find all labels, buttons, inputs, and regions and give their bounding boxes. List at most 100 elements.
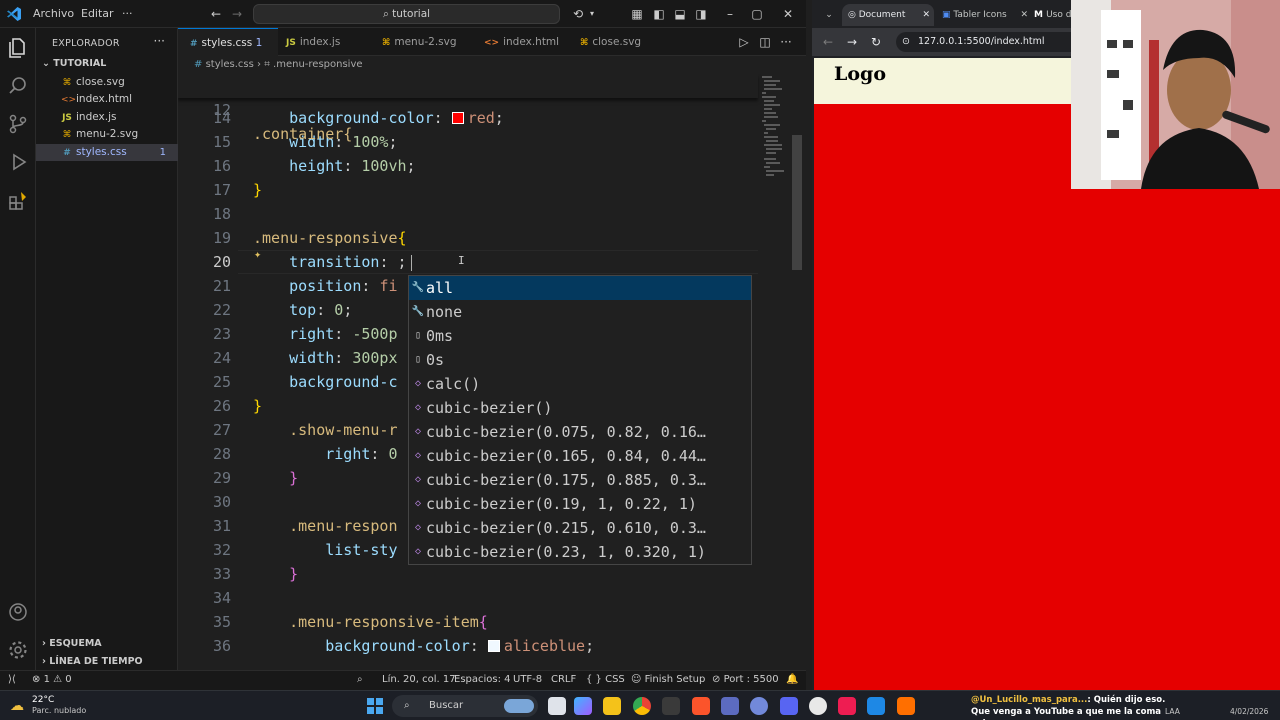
suggestion-item[interactable]: ▯ 0s (409, 348, 751, 372)
code-line[interactable]: 35 .menu-responsive-item{ (178, 610, 758, 634)
layout-icon[interactable]: ▦ (629, 6, 645, 22)
tab-menu-2-svg[interactable]: ⌘ menu-2.svg (382, 28, 478, 56)
chrome-icon[interactable] (633, 697, 651, 715)
color-swatch-icon[interactable] (451, 112, 464, 124)
file-explorer-icon[interactable] (603, 697, 621, 715)
brave-icon[interactable] (692, 697, 710, 715)
back-arrow-icon[interactable]: ← (208, 6, 224, 22)
vscode-taskbar-icon[interactable] (867, 697, 885, 715)
code-line[interactable]: 20 transition: ; (178, 250, 758, 274)
toggle-secondary-sidebar-icon[interactable]: ◨ (693, 6, 709, 22)
code-line[interactable]: 36 background-color: aliceblue; (178, 634, 758, 658)
menu-editar[interactable]: Editar (81, 7, 114, 20)
search-view-icon[interactable] (6, 74, 30, 98)
folder-tutorial[interactable]: ⌄ TUTORIAL (42, 58, 106, 69)
breadcrumb-file[interactable]: styles.css (206, 59, 254, 70)
suggestion-item[interactable]: ◇ cubic-bezier(0.165, 0.84, 0.44… (409, 444, 751, 468)
menu-archivo[interactable]: Archivo (33, 7, 74, 20)
zoom-icon[interactable]: ⌕ (357, 674, 363, 685)
language-mode[interactable]: { } CSS (586, 674, 625, 685)
manage-gear-icon[interactable] (6, 638, 30, 662)
encoding[interactable]: UTF-8 (513, 674, 542, 685)
code-line[interactable]: 19 .menu-responsive{ (178, 226, 758, 250)
source-control-icon[interactable] (6, 112, 30, 136)
close-window-icon[interactable]: ✕ (780, 6, 796, 22)
suggestion-item[interactable]: ◇ cubic-bezier(0.075, 0.82, 0.16… (409, 420, 751, 444)
tensorflow-icon[interactable] (897, 697, 915, 715)
remote-icon[interactable]: ⟩⟨ (8, 674, 16, 685)
problems-indicator[interactable]: ⊗ 1 ⚠ 0 (32, 674, 72, 685)
file-styles-css[interactable]: # styles.css 1 (36, 144, 178, 161)
breadcrumb-symbol[interactable]: .menu-responsive (273, 59, 362, 70)
app-icon[interactable] (662, 697, 680, 715)
minimize-icon[interactable]: – (722, 6, 738, 22)
cursor-position[interactable]: Lín. 20, col. 17 (382, 674, 456, 685)
suggestion-item[interactable]: ◇ cubic-bezier(0.23, 1, 0.320, 1) (409, 540, 751, 564)
file-index-html[interactable]: <>index.html (36, 91, 178, 108)
tab-index-js[interactable]: JS index.js (286, 28, 376, 56)
live-server-port[interactable]: ⊘ Port : 5500 (712, 674, 779, 685)
outline-section[interactable]: › ESQUEMA (42, 638, 102, 649)
suggestion-item[interactable]: ◇ cubic-bezier() (409, 396, 751, 420)
tab-close-svg[interactable]: ⌘ close.svg (580, 28, 670, 56)
page-logo[interactable]: Logo (834, 63, 886, 85)
code-line[interactable]: 16 height: 100vh; (178, 154, 758, 178)
language-indicator[interactable]: LAA (1165, 707, 1180, 716)
maximize-icon[interactable]: ▢ (749, 6, 765, 22)
windows-start-icon[interactable] (367, 698, 383, 714)
split-editor-icon[interactable]: ◫ (757, 34, 773, 50)
discord-icon[interactable] (750, 697, 768, 715)
editor-more-icon[interactable]: ··· (778, 34, 794, 50)
reload-icon[interactable]: ↻ (868, 34, 884, 50)
accounts-icon[interactable] (6, 600, 30, 624)
suggestion-item[interactable]: 🔧 none (409, 300, 751, 324)
color-swatch-icon[interactable] (487, 640, 500, 652)
browser-tab-uso[interactable]: M Uso d (1034, 4, 1074, 26)
taskbar-search[interactable]: ⌕ Buscar (392, 695, 538, 717)
forward-arrow-icon[interactable]: → (229, 6, 245, 22)
copilot-app-icon[interactable] (574, 697, 592, 715)
toggle-sidebar-icon[interactable]: ◧ (651, 6, 667, 22)
suggestion-item[interactable]: ◇ cubic-bezier(0.175, 0.885, 0.3… (409, 468, 751, 492)
browser-tab-document[interactable]: ◎ Document ✕ (842, 4, 934, 26)
app-icon[interactable] (780, 697, 798, 715)
close-tab-icon[interactable]: ✕ (1020, 4, 1028, 26)
extensions-icon[interactable] (6, 188, 30, 212)
copilot-dropdown-icon[interactable]: ▾ (584, 6, 600, 22)
back-icon[interactable]: ← (820, 34, 836, 50)
sparkle-icon[interactable]: ✦ (254, 247, 261, 261)
browser-tab-tabler-icons[interactable]: ▣ Tabler Icons ✕ (940, 4, 1032, 26)
taskbar-date[interactable]: 4/02/2026 (1230, 707, 1268, 716)
tiktok-icon[interactable] (838, 697, 856, 715)
suggestion-item[interactable]: ◇ cubic-bezier(0.215, 0.610, 0.3… (409, 516, 751, 540)
code-line[interactable]: 18 (178, 202, 758, 226)
notifications-bell-icon[interactable]: 🔔 (786, 674, 798, 685)
run-debug-icon[interactable] (6, 150, 30, 174)
suggestion-item[interactable]: ◇ calc() (409, 372, 751, 396)
file-close-svg[interactable]: ⌘ close.svg (36, 74, 178, 91)
end-of-line[interactable]: CRLF (551, 674, 576, 685)
code-line[interactable]: 33 } (178, 562, 758, 586)
tab-search-dropdown-icon[interactable]: ⌄ (820, 4, 838, 26)
explorer-icon[interactable] (6, 36, 30, 60)
indentation[interactable]: Espacios: 4 (454, 674, 511, 685)
suggestion-item[interactable]: ◇ cubic-bezier(0.19, 1, 0.22, 1) (409, 492, 751, 516)
app-star-icon[interactable] (721, 697, 739, 715)
file-index-js[interactable]: JS index.js (36, 109, 178, 126)
file-menu-2-svg[interactable]: ⌘ menu-2.svg (36, 126, 178, 143)
forward-icon[interactable]: → (844, 34, 860, 50)
suggestion-item[interactable]: 🔧 all (409, 276, 751, 300)
suggestion-item[interactable]: ▯ 0ms (409, 324, 751, 348)
command-center-search[interactable]: ⌕ tutorial (253, 4, 560, 24)
tab-index-html[interactable]: <> index.html (484, 28, 574, 56)
run-file-icon[interactable]: ▷ (736, 34, 752, 50)
toggle-panel-icon[interactable]: ⬓ (672, 6, 688, 22)
timeline-section[interactable]: › LÍNEA DE TIEMPO (42, 656, 143, 667)
sticky-scroll-line[interactable]: 12 .container{ (178, 74, 758, 143)
tab-styles-css[interactable]: # styles.css 1 (178, 28, 278, 56)
explorer-more-icon[interactable]: ··· (154, 34, 165, 48)
close-tab-icon[interactable]: ✕ (922, 4, 930, 26)
more-menu-icon[interactable]: ··· (122, 7, 133, 20)
code-line[interactable]: 17} (178, 178, 758, 202)
finish-setup[interactable]: ☺ Finish Setup (631, 674, 705, 685)
